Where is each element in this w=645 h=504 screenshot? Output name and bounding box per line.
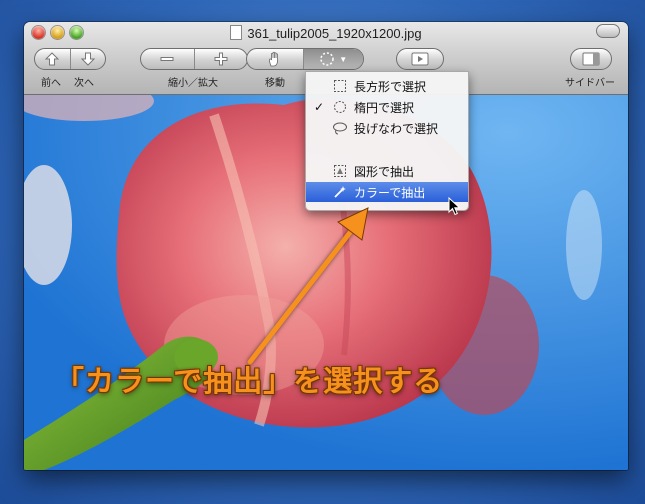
- callout-arrow: [247, 207, 369, 365]
- annotation-text: 「カラーで抽出」を選択する: [55, 364, 444, 398]
